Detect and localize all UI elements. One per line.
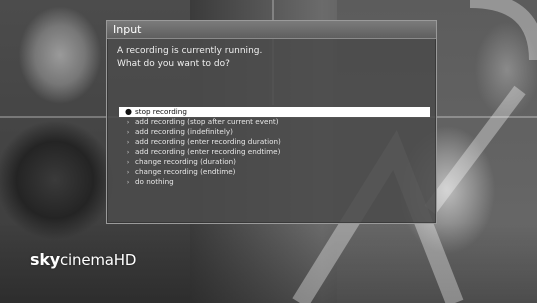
logo-cinema: cinema (60, 251, 114, 269)
chevron-right-icon: › (126, 138, 130, 146)
option-add-recording-duration[interactable]: › add recording (enter recording duratio… (119, 137, 430, 147)
chevron-right-icon: › (126, 148, 130, 156)
option-label: change recording (duration) (135, 157, 236, 166)
tv-screen: Input A recording is currently running. … (0, 0, 537, 303)
chevron-right-icon: › (126, 168, 130, 176)
option-add-recording-endtime[interactable]: › add recording (enter recording endtime… (119, 147, 430, 157)
dialog-title: Input (107, 21, 436, 39)
option-label: add recording (stop after current event) (135, 117, 279, 126)
input-dialog: Input A recording is currently running. … (106, 20, 437, 224)
option-add-recording-stop-after-event[interactable]: › add recording (stop after current even… (119, 117, 430, 127)
options-list: ● stop recording › add recording (stop a… (119, 107, 430, 187)
option-label: add recording (enter recording duration) (135, 137, 281, 146)
option-change-recording-duration[interactable]: › change recording (duration) (119, 157, 430, 167)
channel-logo: skycinemaHD (30, 250, 136, 269)
chevron-right-icon: › (126, 128, 130, 136)
message-line-2: What do you want to do? (117, 59, 230, 69)
option-stop-recording[interactable]: ● stop recording (119, 107, 430, 117)
chevron-right-icon: › (126, 178, 130, 186)
option-add-recording-indefinitely[interactable]: › add recording (indefinitely) (119, 127, 430, 137)
logo-sky: sky (30, 250, 60, 269)
chevron-right-icon: › (126, 118, 130, 126)
option-label: add recording (enter recording endtime) (135, 147, 281, 156)
option-label: add recording (indefinitely) (135, 127, 233, 136)
option-change-recording-endtime[interactable]: › change recording (endtime) (119, 167, 430, 177)
radio-filled-icon: ● (125, 107, 132, 116)
option-label: do nothing (135, 177, 174, 186)
message-line-1: A recording is currently running. (117, 46, 263, 56)
logo-hd: HD (113, 251, 137, 269)
option-label: stop recording (135, 107, 187, 116)
option-do-nothing[interactable]: › do nothing (119, 177, 430, 187)
option-label: change recording (endtime) (135, 167, 236, 176)
chevron-right-icon: › (126, 158, 130, 166)
dialog-message: A recording is currently running. What d… (117, 45, 417, 71)
